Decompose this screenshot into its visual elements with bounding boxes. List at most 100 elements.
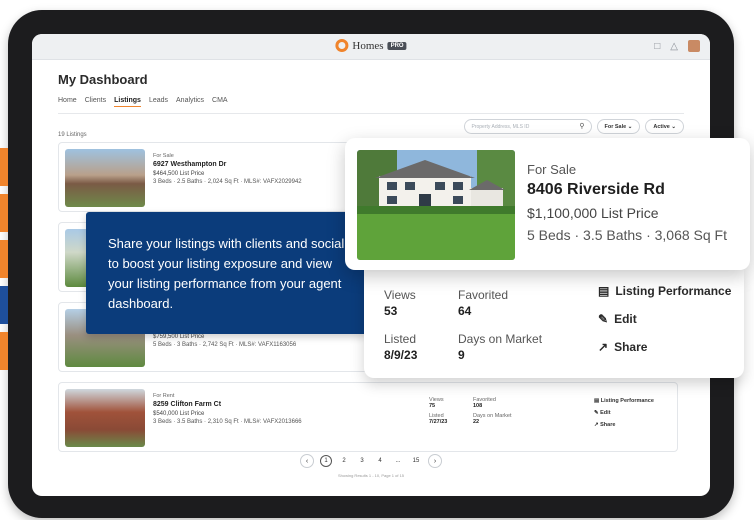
next-page-button[interactable]: › [428,454,442,468]
listing-price: $464,500 List Price [153,171,205,177]
favorited-stat: Favorited 64 [458,288,558,318]
tab-clients[interactable]: Clients [85,97,106,107]
favorited-label: Favorited [458,288,509,302]
listing-stats: Views 75 Favorited 108 Listed 7/27/23 Days … [429,397,533,425]
featured-listing-photo[interactable] [357,150,515,260]
page-4[interactable]: 4 [374,455,386,467]
listing-performance-label: Listing Performance [615,284,732,298]
pagination-caption: Showing Results 1 - 10, Page 1 of 15 [337,473,405,478]
edit-label: Edit [600,410,611,416]
house-photo [357,150,515,260]
tab-cma[interactable]: CMA [212,97,228,107]
promo-callout: Share your listings with clients and soc… [86,212,368,334]
page-3[interactable]: 3 [356,455,368,467]
side-tab-3 [0,240,8,278]
views-label: Views [384,288,416,302]
chart-icon: ▤ [598,284,610,298]
listing-status: For Sale [153,153,174,159]
listing-specs: 5 Beds · 3 Baths · 2,742 Sq Ft · MLS#: V… [153,342,297,348]
listing-photo[interactable] [65,149,145,207]
views-stat: Views 75 [429,397,473,409]
listing-performance-label: Listing Performance [600,398,654,404]
featured-status: For Sale [527,162,577,177]
days-on-market-stat: Days on Market 9 [458,332,558,362]
share-link[interactable]: ↗ Share [594,419,654,431]
listed-stat: Listed 7/27/23 [429,413,473,425]
tab-leads[interactable]: Leads [149,97,168,107]
listing-info: For Rent 8259 Clifton Farm Ct $540,000 L… [153,393,302,425]
header-divider [58,113,684,114]
status-filter-label: For Sale [604,124,627,130]
brand-badge: PRO [387,41,407,50]
listing-actions: ▤ Listing Performance ✎ Edit ↗ Share [594,395,654,431]
listing-status: For Rent [153,393,175,399]
avatar[interactable] [688,40,700,52]
page-ellipsis: ... [395,458,401,464]
listed-stat: Listed 8/9/23 [384,332,458,362]
top-icons: □ △ [654,40,700,52]
views-value: 75 [429,403,436,409]
listing-card[interactable]: For Rent 8259 Clifton Farm Ct $540,000 L… [58,382,678,452]
listing-specs: 3 Beds · 3.5 Baths · 2,310 Sq Ft · MLS#:… [153,419,302,425]
listed-value: 7/27/23 [429,419,448,425]
days-on-market-label: Days on Market [458,332,543,346]
page-1[interactable]: 1 [320,455,332,467]
side-tab-5 [0,332,8,370]
search-icon[interactable]: ⚲ [579,122,584,130]
search-placeholder: Property Address, MLS ID [471,124,530,130]
listed-label: Listed [384,332,417,346]
listing-info: For Sale 6927 Westhampton Dr $464,500 Li… [153,153,302,185]
tab-analytics[interactable]: Analytics [176,97,204,107]
brand[interactable]: Homes PRO [335,39,407,52]
top-bar: Homes PRO □ △ [32,34,710,60]
pencil-icon: ✎ [598,312,609,326]
listing-photo[interactable] [65,389,145,447]
page-title: My Dashboard [58,72,148,87]
pencil-icon: ✎ [594,410,599,416]
bell-icon[interactable]: △ [670,41,678,52]
tab-listings[interactable]: Listings [114,97,141,107]
listed-value: 8/9/23 [384,348,418,362]
featured-listing-card[interactable]: For Sale 8406 Riverside Rd $1,100,000 Li… [345,138,750,270]
homes-logo-icon [335,39,349,52]
side-tab-2 [0,194,8,232]
share-label: Share [614,340,648,354]
share-link[interactable]: ↗ Share [598,340,731,354]
days-on-market-value: 9 [458,348,465,362]
active-filter-dropdown[interactable]: Active ⌄ [645,119,684,134]
page-2[interactable]: 2 [338,455,350,467]
share-icon: ↗ [598,340,609,354]
share-label: Share [600,422,616,428]
edit-link[interactable]: ✎ Edit [594,407,654,419]
views-stat: Views 53 [384,288,458,318]
featured-stats: Views 53 Favorited 64 Listed 8/9/23 Days on… [384,288,558,362]
dashboard-nav: Home Clients Listings Leads Analytics CM… [58,97,684,107]
page-15[interactable]: 15 [410,455,422,467]
featured-details-panel: Views 53 Favorited 64 Listed 8/9/23 Days on… [364,270,744,378]
listing-performance-link[interactable]: ▤ Listing Performance [594,395,654,407]
featured-address[interactable]: 8406 Riverside Rd [527,181,727,199]
active-filter-label: Active [653,124,670,130]
edit-link[interactable]: ✎ Edit [598,312,731,326]
days-on-market-stat: Days on Market 22 [473,413,533,425]
chat-icon[interactable]: □ [654,41,660,52]
search-input[interactable]: Property Address, MLS ID ⚲ [463,119,592,134]
listing-specs: 3 Beds · 2.5 Baths · 2,024 Sq Ft · MLS#:… [153,179,302,185]
tab-home[interactable]: Home [58,97,77,107]
listing-price: $540,000 List Price [153,411,205,417]
share-icon: ↗ [594,422,599,428]
favorited-value: 108 [473,403,483,409]
edit-label: Edit [614,312,637,326]
brand-name: Homes [352,39,384,52]
featured-actions: ▤ Listing Performance ✎ Edit ↗ Share [598,284,731,368]
favorited-stat: Favorited 108 [473,397,533,409]
dashboard-header: My Dashboard Home Clients Listings Leads… [32,60,710,114]
days-on-market-value: 22 [473,419,480,425]
listing-performance-link[interactable]: ▤ Listing Performance [598,284,731,298]
listing-address[interactable]: 8259 Clifton Farm Ct [153,401,302,408]
side-tab-4 [0,286,8,324]
featured-listing-info: For Sale 8406 Riverside Rd $1,100,000 Li… [527,162,727,243]
status-filter-dropdown[interactable]: For Sale ⌄ [596,119,641,134]
prev-page-button[interactable]: ‹ [300,454,314,468]
listing-address[interactable]: 6927 Westhampton Dr [153,161,302,168]
